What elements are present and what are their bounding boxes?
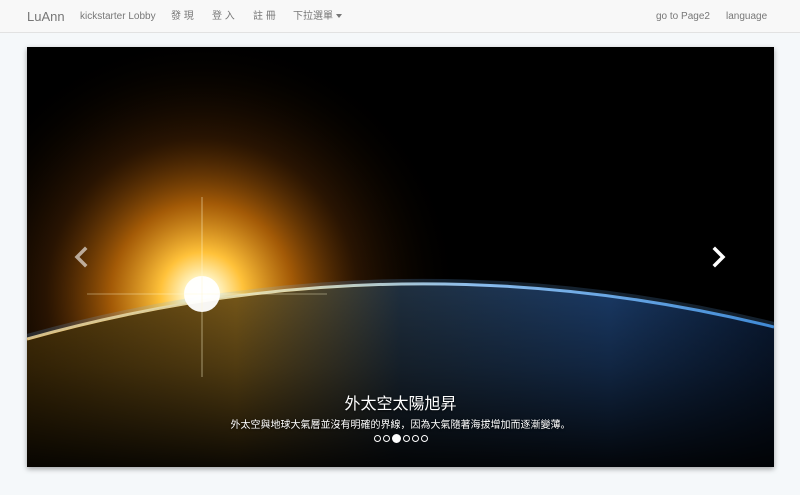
carousel-indicator-dot[interactable] [391,434,401,443]
carousel-prev-button[interactable] [69,244,95,270]
image-carousel: 外太空太陽旭昇 外太空與地球大氣層並沒有明確的界線，因為大氣隨著海拔增加而逐漸變… [27,47,774,467]
nav-dropdown-label: 下拉選單 [293,11,333,22]
chevron-left-icon [74,246,88,268]
nav-register[interactable]: 註 冊 [253,0,276,33]
nav-language[interactable]: language [726,0,767,33]
chevron-right-icon [712,246,726,268]
nav-discover[interactable]: 發 現 [171,0,194,33]
carousel-next-button[interactable] [705,244,731,270]
carousel-indicator-dot[interactable] [402,435,410,442]
carousel-caption-title: 外太空太陽旭昇 [344,394,457,413]
nav-dropdown[interactable]: 下拉選單 [293,0,342,33]
carousel-indicator-dot[interactable] [373,435,381,442]
carousel-indicators [27,434,774,443]
caret-down-icon [336,14,342,19]
carousel-indicator-dot[interactable] [420,435,428,442]
nav-go-to-page2[interactable]: go to Page2 [656,0,710,33]
carousel-caption-text: 外太空與地球大氣層並沒有明確的界線，因為大氣隨著海拔增加而逐漸變薄。 [230,420,571,431]
nav-login[interactable]: 登 入 [212,0,235,33]
carousel-indicator-dot[interactable] [411,435,419,442]
nav-kickstarter-lobby[interactable]: kickstarter Lobby [80,0,156,33]
navbar: LuAnn kickstarter Lobby 發 現 登 入 註 冊 下拉選單… [0,0,800,33]
carousel-indicator-dot[interactable] [382,435,390,442]
brand-link[interactable]: LuAnn [27,0,65,33]
